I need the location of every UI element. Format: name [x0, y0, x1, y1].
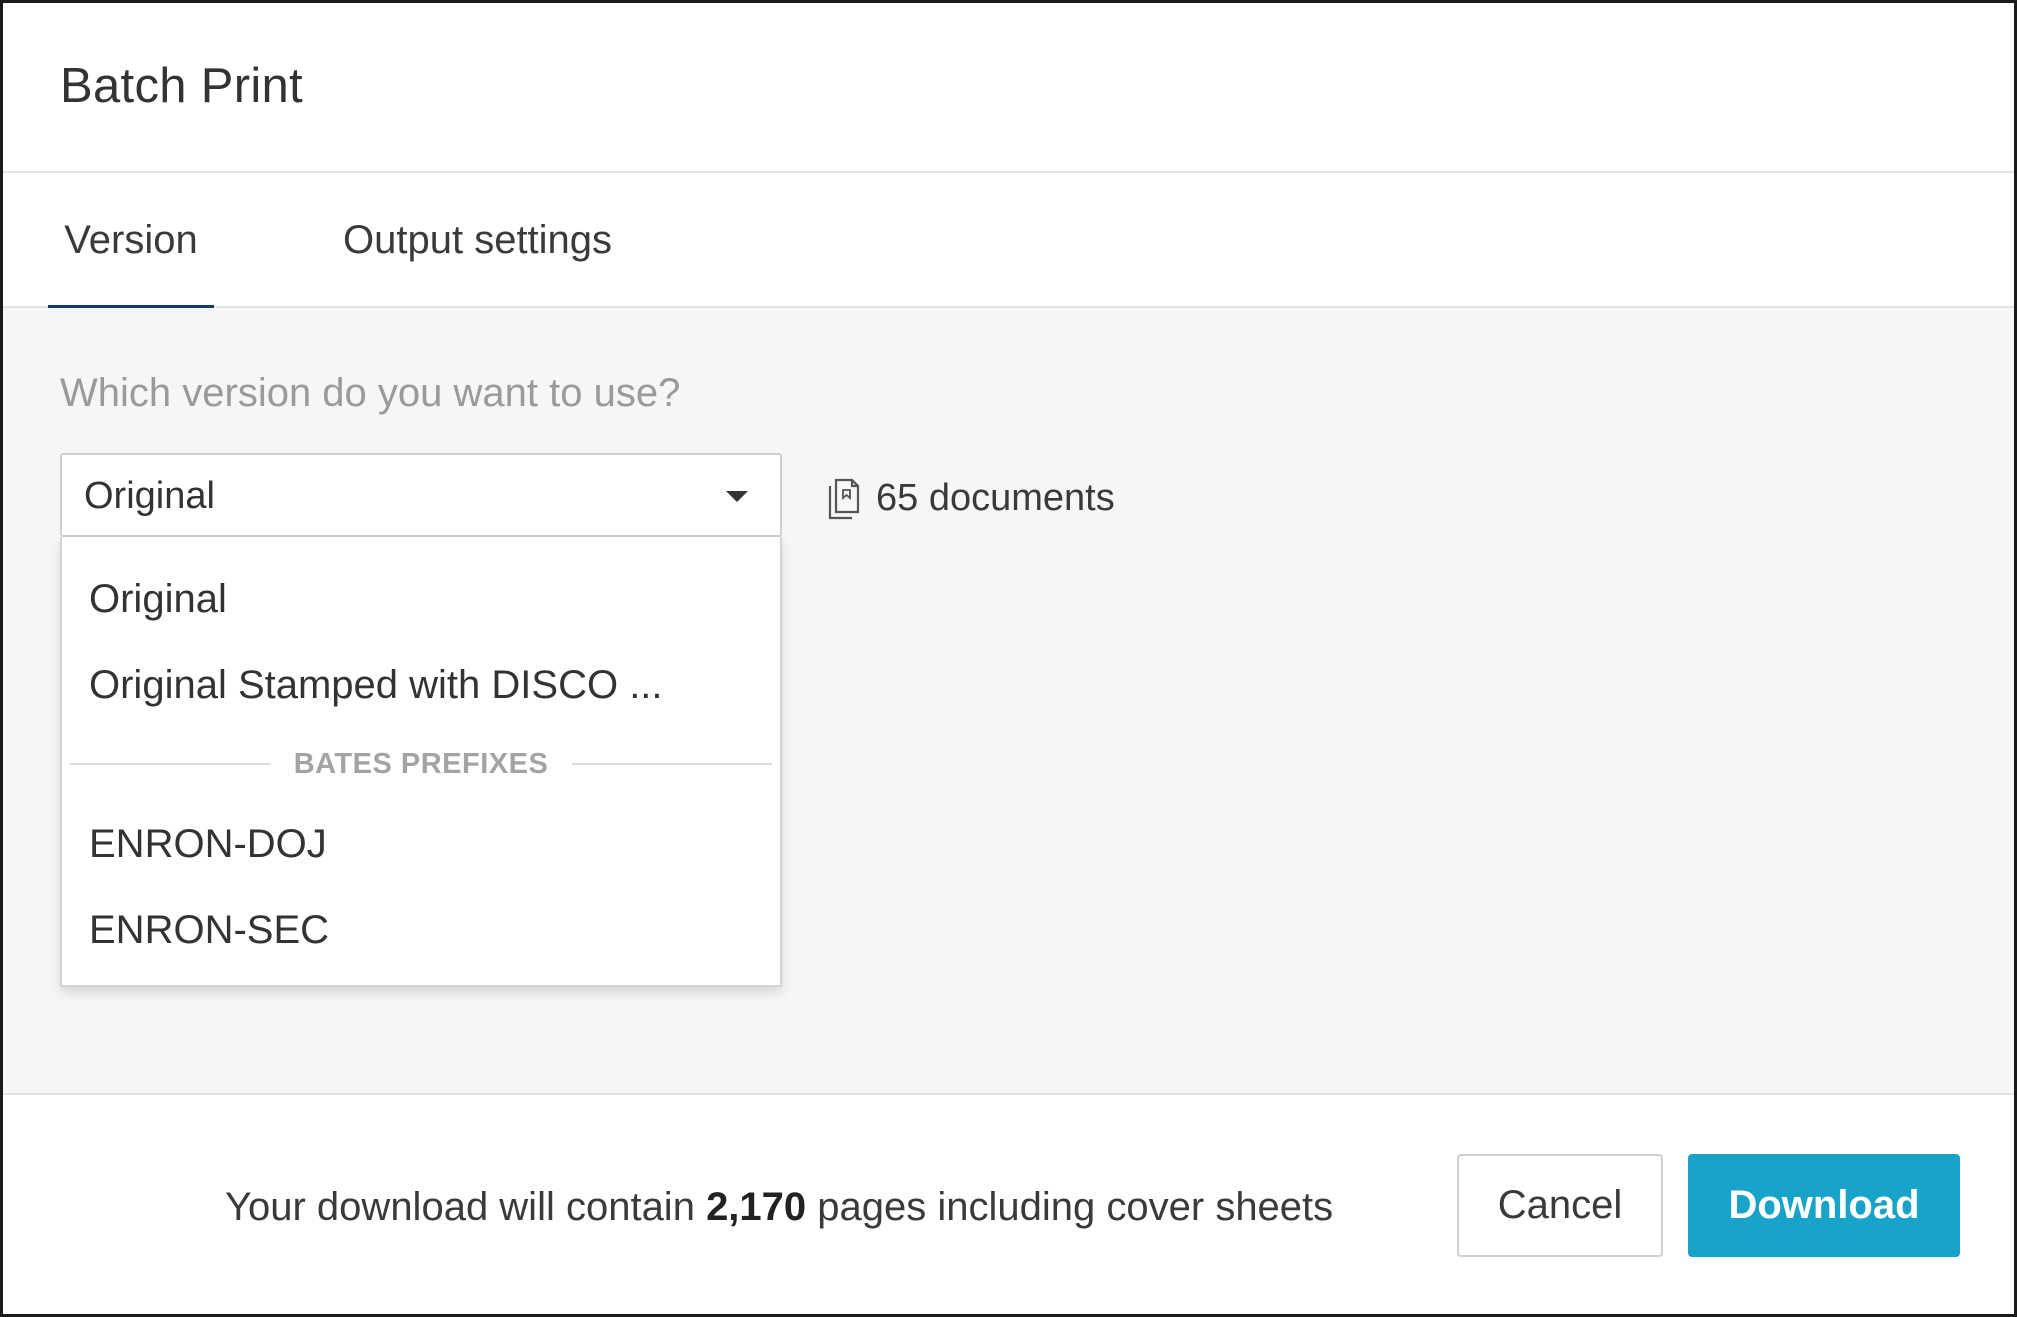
- bates-prefixes-group-header: BATES PREFIXES: [70, 744, 772, 784]
- tab-version[interactable]: Version: [48, 218, 214, 310]
- dialog-footer: Your download will contain 2,170 pages i…: [3, 1095, 2014, 1314]
- document-stack-icon: [828, 478, 860, 520]
- version-select-value: Original: [84, 475, 215, 517]
- bates-prefixes-label: BATES PREFIXES: [293, 747, 549, 780]
- version-select[interactable]: Original: [60, 453, 782, 537]
- cancel-button[interactable]: Cancel: [1457, 1154, 1663, 1257]
- version-dropdown-menu: Original Original Stamped with DISCO ...…: [60, 537, 782, 987]
- document-count-text: 65 documents: [876, 476, 1115, 519]
- document-count: 65 documents: [826, 473, 1115, 523]
- download-summary-suffix: pages including cover sheets: [806, 1185, 1334, 1229]
- option-original[interactable]: Original: [89, 577, 227, 622]
- option-enron-sec[interactable]: ENRON-SEC: [89, 908, 329, 953]
- download-summary-prefix: Your download will contain: [225, 1185, 707, 1229]
- tab-output-settings-label: Output settings: [343, 218, 613, 262]
- option-enron-doj[interactable]: ENRON-DOJ: [89, 822, 327, 867]
- option-original-stamped[interactable]: Original Stamped with DISCO ...: [89, 663, 663, 708]
- tab-bar: Version Output settings: [3, 173, 2014, 310]
- page-count: 2,170: [706, 1185, 807, 1229]
- download-summary: Your download will contain 2,170 pages i…: [225, 1185, 1333, 1230]
- download-button[interactable]: Download: [1688, 1154, 1960, 1257]
- tab-version-label: Version: [64, 218, 198, 262]
- dialog-title: Batch Print: [60, 59, 303, 113]
- caret-down-icon: [726, 491, 748, 502]
- dialog-header: Batch Print: [3, 3, 2014, 173]
- batch-print-dialog: Batch Print Version Output settings Whic…: [0, 0, 2017, 1317]
- divider: [70, 763, 270, 765]
- tab-output-settings[interactable]: Output settings: [343, 218, 612, 308]
- version-panel: Which version do you want to use? Origin…: [3, 308, 2014, 1095]
- version-question: Which version do you want to use?: [60, 371, 681, 415]
- divider: [572, 763, 772, 765]
